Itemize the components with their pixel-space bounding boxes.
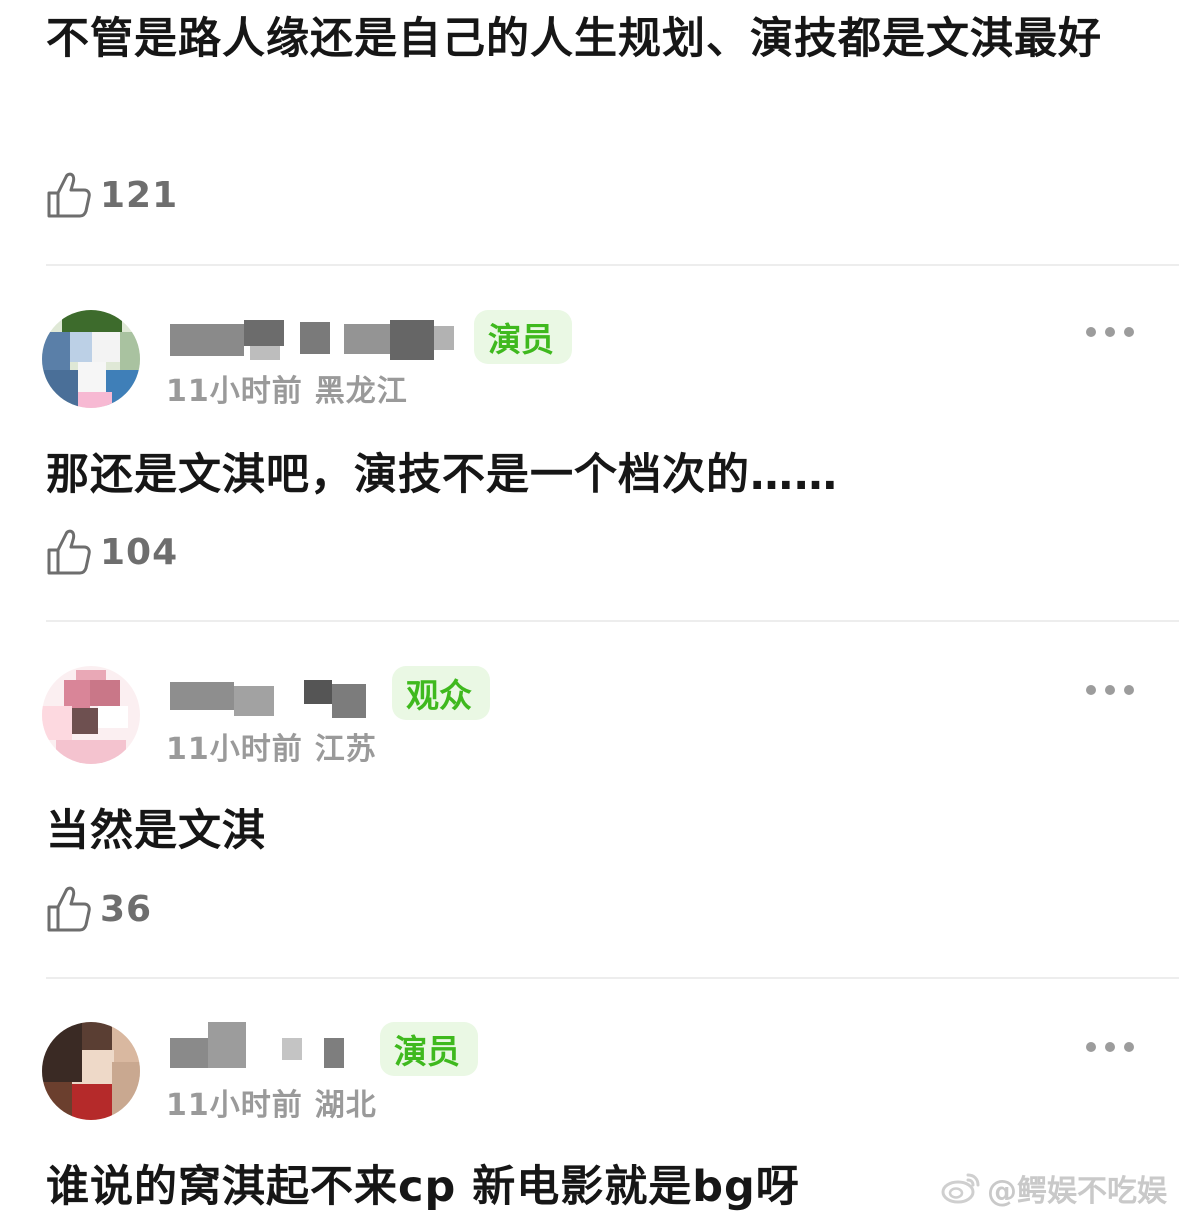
comment-meta: 11小时前 江苏 [166,724,377,768]
avatar[interactable] [42,666,140,764]
more-button[interactable] [1086,680,1134,700]
more-button[interactable] [1086,322,1134,342]
timestamp: 11小时前 [166,374,303,409]
divider [46,977,1179,979]
user-badge: 演员 [380,1022,478,1076]
location: 黑龙江 [314,374,408,409]
comment-text: 不管是路人缘还是自己的人生规划、演技都是文淇最好 [46,14,1102,64]
badge-label: 观众 [406,676,472,715]
user-badge: 观众 [392,666,490,720]
more-dots-icon [1086,1042,1096,1052]
comment-meta: 11小时前 湖北 [166,1080,377,1124]
comment-list: 不管是路人缘还是自己的人生规划、演技都是文淇最好 121 演员 11小时前 黑龙江 [0,0,1179,1215]
like-button[interactable]: 104 [46,527,178,577]
thumbs-up-icon [47,886,91,932]
timestamp: 11小时前 [166,1088,303,1123]
comment-text: 谁说的窝淇起不来cp 新电影就是bg呀 [46,1162,800,1212]
watermark: @鳄娱不吃娱 [941,1166,1167,1210]
username[interactable] [170,318,470,364]
like-button[interactable]: 121 [46,170,178,220]
thumbs-up-icon [47,529,91,575]
more-button[interactable] [1086,1037,1134,1057]
location: 湖北 [314,1088,377,1123]
comment-text: 当然是文淇 [46,806,266,856]
user-badge: 演员 [474,310,572,364]
comment-meta: 11小时前 黑龙江 [166,366,408,410]
watermark-text: @鳄娱不吃娱 [987,1174,1167,1209]
like-button[interactable]: 36 [46,884,152,934]
avatar[interactable] [42,1022,140,1120]
timestamp: 11小时前 [166,732,303,767]
more-dots-icon [1086,685,1096,695]
divider [46,264,1179,266]
more-dots-icon [1086,327,1096,337]
avatar[interactable] [42,310,140,408]
username[interactable] [170,676,380,722]
thumbs-up-icon [47,172,91,218]
divider [46,620,1179,622]
like-count: 36 [100,888,153,930]
badge-label: 演员 [394,1032,460,1071]
weibo-logo-icon [941,1173,980,1204]
like-count: 121 [100,174,179,216]
username[interactable] [170,1022,380,1068]
like-count: 104 [100,531,179,573]
location: 江苏 [314,732,377,767]
comment-text: 那还是文淇吧，演技不是一个档次的…… [46,450,838,500]
badge-label: 演员 [488,320,554,359]
